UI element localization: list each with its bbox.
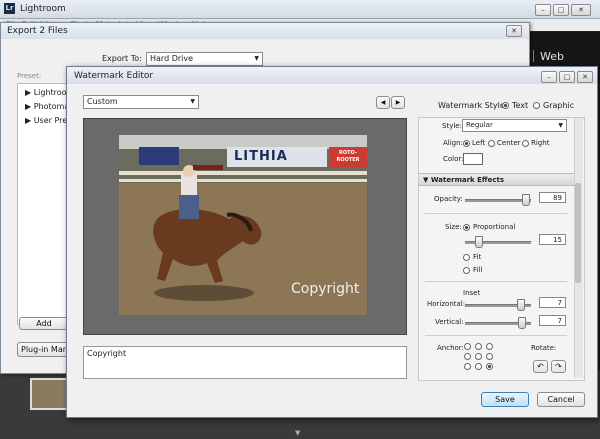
opacity-slider-thumb[interactable]: [522, 194, 530, 206]
rotate-right-icon: ↷: [555, 362, 562, 371]
export-to-select[interactable]: Hard Drive ▼: [146, 52, 263, 66]
size-fit-label[interactable]: Fit: [473, 253, 481, 261]
editor-title: Watermark Editor: [74, 71, 154, 81]
export-titlebar: Export 2 Files ✕: [1, 23, 529, 39]
watermark-style-label: Watermark Style:: [438, 101, 508, 110]
effects-header[interactable]: ▼ Watermark Effects: [419, 173, 574, 186]
preset-label: Preset:: [17, 72, 42, 80]
align-left-radio[interactable]: [463, 140, 470, 147]
editor-maximize-button[interactable]: □: [559, 71, 575, 83]
anchor-top-right[interactable]: [486, 343, 493, 350]
anchor-grid: [464, 343, 494, 373]
lightroom-title: Lightroom: [20, 4, 66, 14]
size-value[interactable]: 15: [539, 234, 566, 245]
size-fit-radio[interactable]: [463, 254, 470, 261]
size-label: Size:: [445, 223, 462, 231]
maximize-button[interactable]: □: [553, 4, 569, 16]
editor-minimize-button[interactable]: –: [541, 71, 557, 83]
opacity-value[interactable]: 89: [539, 192, 566, 203]
opacity-label: Opacity:: [434, 195, 463, 203]
preview-banner-text: LITHIA: [234, 149, 288, 164]
preview-photo: LITHIA ROTO-ROOTER Copyright: [119, 135, 367, 315]
vertical-slider-thumb[interactable]: [518, 317, 526, 329]
filmstrip-bottom-arrow-icon[interactable]: ▼: [295, 429, 300, 437]
anchor-bottom-left[interactable]: [464, 363, 471, 370]
horizontal-slider-thumb[interactable]: [517, 299, 525, 311]
anchor-middle-right[interactable]: [486, 353, 493, 360]
rotate-label: Rotate:: [531, 344, 557, 352]
align-left-label[interactable]: Left: [472, 139, 485, 147]
save-button[interactable]: Save: [481, 392, 529, 407]
watermark-editor-dialog: Watermark Editor – □ ✕ Custom ▼ ◀ ▶ LITH…: [66, 66, 598, 418]
align-right-radio[interactable]: [522, 140, 529, 147]
anchor-bottom-right[interactable]: [486, 363, 493, 370]
filmstrip-thumbnail[interactable]: [30, 378, 70, 410]
export-title: Export 2 Files: [7, 26, 68, 36]
vertical-value[interactable]: 7: [539, 315, 566, 326]
rotate-left-icon: ↶: [537, 362, 544, 371]
watermark-preset-value: Custom: [87, 97, 118, 106]
font-style-label: Style:: [442, 122, 462, 130]
module-web[interactable]: Web: [540, 50, 564, 63]
size-proportional-label[interactable]: Proportional: [473, 223, 515, 231]
size-proportional-radio[interactable]: [463, 224, 470, 231]
chevron-down-icon: ▼: [558, 122, 563, 129]
anchor-top-center[interactable]: [475, 343, 482, 350]
font-style-value: Regular: [466, 121, 493, 129]
style-graphic-label[interactable]: Graphic: [543, 101, 574, 110]
inset-label: Inset: [463, 289, 481, 297]
editor-close-button[interactable]: ✕: [577, 71, 593, 83]
anchor-middle-left[interactable]: [464, 353, 471, 360]
align-right-label[interactable]: Right: [531, 139, 549, 147]
color-swatch[interactable]: [463, 153, 483, 165]
align-center-radio[interactable]: [488, 140, 495, 147]
effects-header-label: Watermark Effects: [430, 176, 504, 184]
cancel-button[interactable]: Cancel: [537, 392, 585, 407]
previous-image-button[interactable]: ◀: [376, 96, 390, 109]
divider: [425, 281, 567, 282]
chevron-down-icon: ▼: [254, 55, 259, 62]
size-fill-label[interactable]: Fill: [473, 266, 482, 274]
align-center-label[interactable]: Center: [497, 139, 521, 147]
style-text-label[interactable]: Text: [512, 101, 528, 110]
size-fill-radio[interactable]: [463, 267, 470, 274]
color-label: Color:: [443, 155, 464, 163]
lightroom-titlebar: Lr Lightroom – □ ✕: [0, 0, 600, 19]
export-to-value: Hard Drive: [150, 54, 194, 63]
anchor-center[interactable]: [475, 353, 482, 360]
preview-banner-text2: ROTO-ROOTER: [336, 150, 360, 163]
next-image-button[interactable]: ▶: [391, 96, 405, 109]
export-to-label: Export To:: [102, 54, 142, 63]
horizontal-label: Horizontal:: [427, 300, 466, 308]
anchor-bottom-center[interactable]: [475, 363, 482, 370]
horizontal-value[interactable]: 7: [539, 297, 566, 308]
vertical-label: Vertical:: [435, 318, 464, 326]
rotate-left-button[interactable]: ↶: [533, 360, 548, 373]
watermark-preset-select[interactable]: Custom ▼: [83, 95, 199, 109]
preview-watermark-text: Copyright: [291, 281, 360, 297]
minimize-button[interactable]: –: [535, 4, 551, 16]
watermark-text-field[interactable]: Copyright: [83, 346, 407, 379]
style-text-radio[interactable]: [502, 102, 509, 109]
export-close-button[interactable]: ✕: [506, 25, 522, 37]
triangle-down-icon: ▼: [423, 176, 431, 184]
add-preset-button[interactable]: Add: [19, 317, 69, 330]
watermark-text-value: Copyright: [87, 349, 127, 358]
divider: [425, 213, 567, 214]
settings-scrollbar-thumb[interactable]: [575, 183, 581, 283]
size-slider-thumb[interactable]: [475, 236, 483, 248]
align-label: Align:: [443, 139, 463, 147]
divider: [425, 335, 567, 336]
editor-titlebar: Watermark Editor – □ ✕: [67, 67, 597, 84]
font-style-select[interactable]: Regular ▼: [462, 119, 567, 132]
preset-item-user[interactable]: ▶ User Pres: [25, 116, 71, 125]
style-graphic-radio[interactable]: [533, 102, 540, 109]
anchor-label: Anchor:: [437, 344, 464, 352]
rotate-right-button[interactable]: ↷: [551, 360, 566, 373]
close-button[interactable]: ✕: [571, 4, 591, 16]
chevron-down-icon: ▼: [190, 98, 195, 105]
module-separator: [533, 50, 534, 62]
anchor-top-left[interactable]: [464, 343, 471, 350]
lightroom-logo-icon: Lr: [4, 3, 15, 14]
